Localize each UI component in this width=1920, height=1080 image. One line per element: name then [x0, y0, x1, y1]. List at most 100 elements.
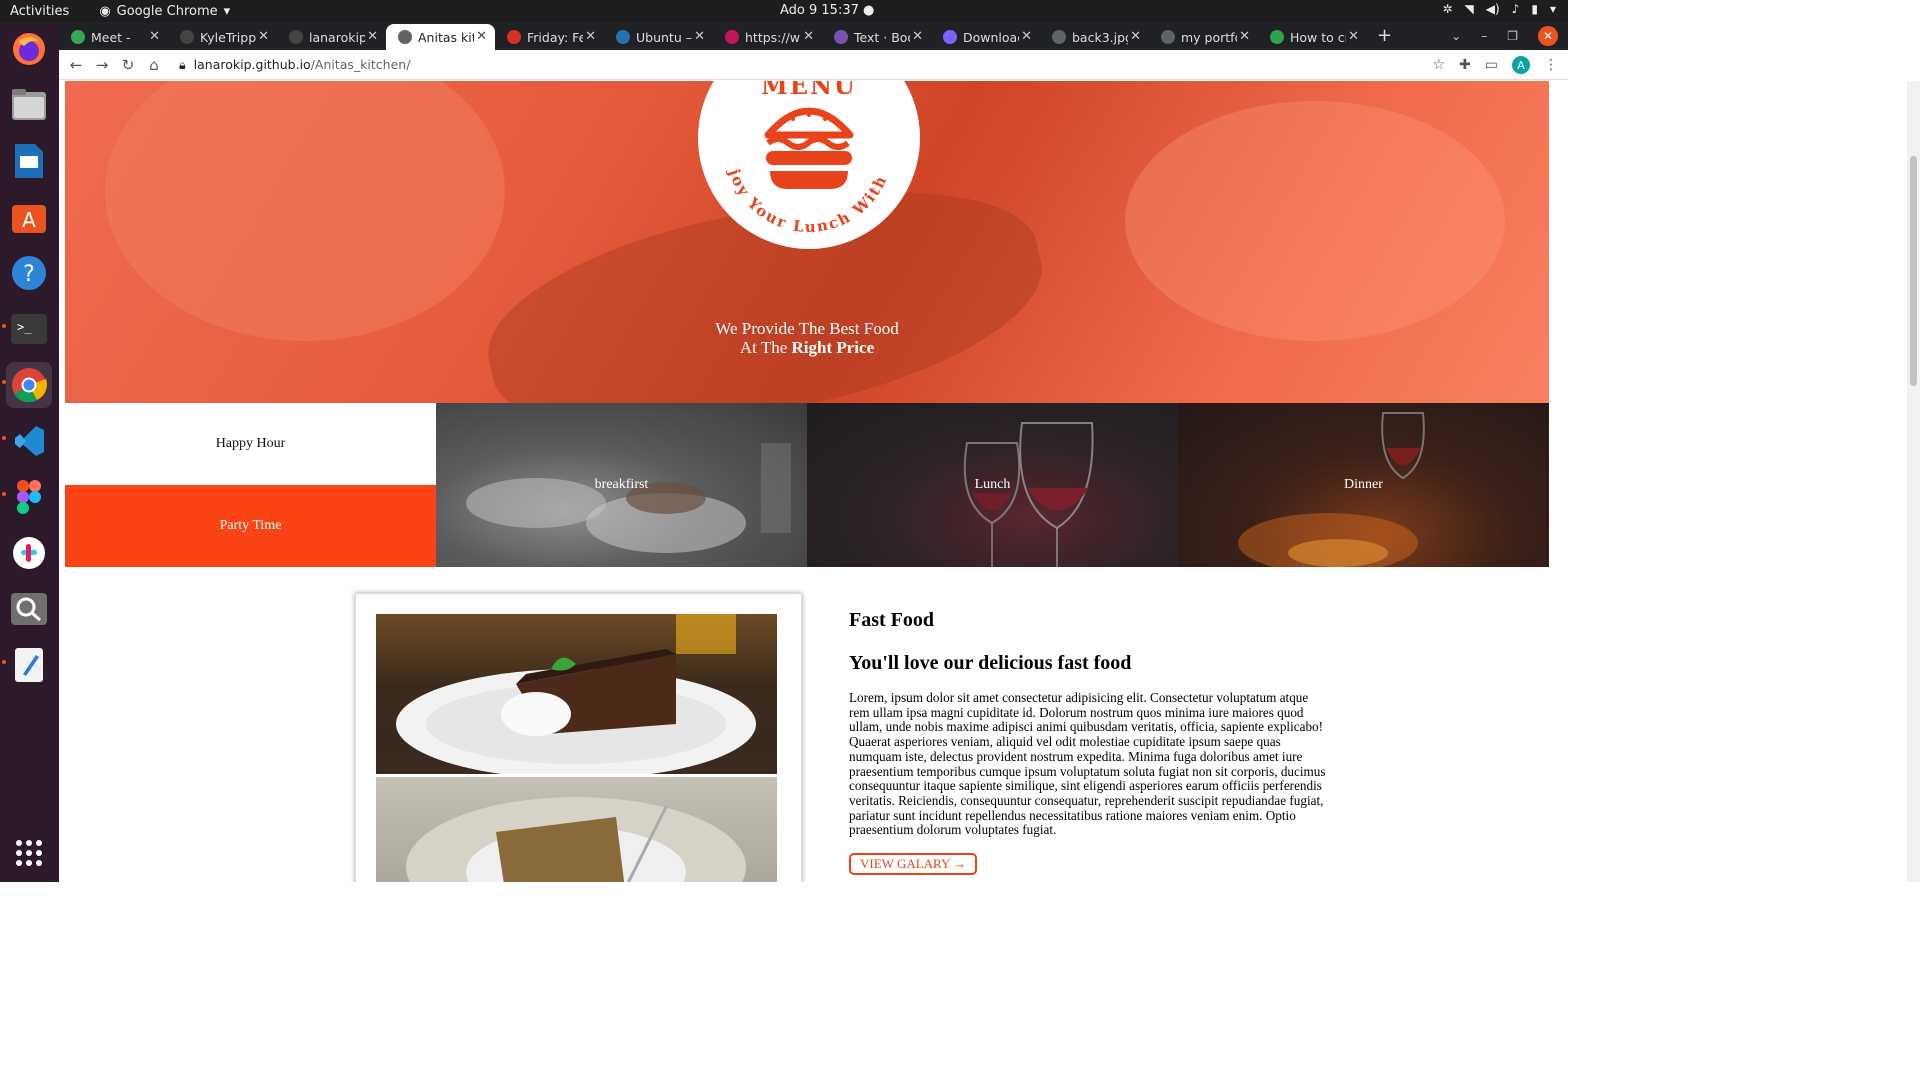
- bookmark-star-icon[interactable]: ☆: [1432, 57, 1445, 73]
- home-icon[interactable]: ⌂: [141, 56, 167, 74]
- terminal-icon[interactable]: >_: [6, 306, 52, 352]
- tab-favicon-icon: [507, 30, 521, 44]
- browser-tab[interactable]: Ubuntu – I✕: [604, 24, 713, 50]
- tab-search-icon[interactable]: ⌄: [1451, 29, 1461, 43]
- tab-title: https://w: [745, 29, 801, 45]
- firefox-icon[interactable]: [6, 26, 52, 72]
- extensions-puzzle-icon[interactable]: ✚: [1459, 57, 1471, 73]
- view-gallery-button[interactable]: VIEW GALARY →: [849, 853, 978, 876]
- wifi-icon[interactable]: ◥: [1465, 2, 1474, 16]
- browser-tab[interactable]: Text · Boo ✕: [822, 24, 931, 50]
- category-lunch[interactable]: Lunch: [807, 403, 1178, 567]
- files-icon[interactable]: [6, 82, 52, 128]
- category-dinner[interactable]: Dinner: [1178, 403, 1549, 567]
- search-tool-icon[interactable]: [6, 586, 52, 632]
- web-page: MENU Enjoy Your Lunch With Us We Provide…: [59, 81, 1555, 882]
- activities-button[interactable]: Activities: [10, 4, 69, 19]
- restore-icon[interactable]: ❐: [1507, 29, 1518, 43]
- ubuntu-software-icon[interactable]: A: [6, 194, 52, 240]
- browser-tab[interactable]: Downloac ✕: [931, 24, 1040, 50]
- forward-arrow-icon[interactable]: →: [89, 56, 115, 74]
- tab-close-icon[interactable]: ✕: [1130, 29, 1141, 44]
- browser-tab[interactable]: Friday: Fe ✕: [495, 24, 604, 50]
- figma-icon[interactable]: [6, 474, 52, 520]
- tab-title: Friday: Fe: [527, 29, 583, 45]
- tab-close-icon[interactable]: ✕: [585, 29, 596, 44]
- help-icon[interactable]: ?: [6, 250, 52, 296]
- profile-avatar[interactable]: A: [1512, 56, 1530, 74]
- slack-tray-icon[interactable]: ✲: [1442, 2, 1452, 16]
- system-top-bar: Activities ◉ Google Chrome ▾ Ado 9 15:37…: [0, 0, 1568, 22]
- browser-tab[interactable]: back3.jpg ✕: [1040, 24, 1149, 50]
- minimize-icon[interactable]: –: [1481, 29, 1487, 43]
- reload-icon[interactable]: ↻: [115, 56, 141, 74]
- hero-banner: MENU Enjoy Your Lunch With Us We Provide…: [65, 81, 1549, 403]
- toolbar-actions: ☆ ✚ ▭ A ⋮: [1432, 56, 1558, 74]
- browser-tab[interactable]: my portfo ✕: [1149, 24, 1258, 50]
- tab-close-icon[interactable]: ✕: [258, 29, 269, 44]
- battery-icon[interactable]: ▮: [1531, 2, 1538, 16]
- tab-title: Anitas kitc: [418, 29, 474, 45]
- browser-tab[interactable]: lanarokip. ✕: [277, 24, 386, 50]
- tab-favicon-icon: [180, 30, 194, 44]
- category-label: Dinner: [1344, 477, 1383, 492]
- hero-tagline: We Provide The Best Food At The Right Pr…: [65, 319, 1549, 357]
- volume-icon[interactable]: ◀): [1486, 2, 1500, 16]
- tab-favicon-icon: [1052, 30, 1066, 44]
- browser-toolbar: ← → ↻ ⌂ 🔒︎ lanarokip.github.io/Anitas_ki…: [59, 50, 1568, 80]
- tab-close-icon[interactable]: ✕: [694, 29, 705, 44]
- tab-close-icon[interactable]: ✕: [1348, 29, 1359, 44]
- system-tray[interactable]: ✲ ◥ ◀) ♪ ▮ ▾: [1442, 2, 1556, 16]
- vscode-icon[interactable]: [6, 418, 52, 464]
- tab-favicon-icon: [616, 30, 630, 44]
- tab-close-icon[interactable]: ✕: [476, 29, 487, 44]
- hero-line-1: We Provide The Best Food: [715, 319, 899, 338]
- browser-tab[interactable]: Meet - ✕: [59, 24, 168, 50]
- food-image-card: [355, 593, 802, 882]
- hero-line-2: At The Right Price: [65, 338, 1549, 357]
- libreoffice-impress-icon[interactable]: [6, 138, 52, 184]
- clock[interactable]: Ado 9 15:37 ●: [780, 3, 874, 18]
- tab-close-icon[interactable]: ✕: [149, 29, 160, 44]
- browser-tab-active[interactable]: Anitas kitc✕: [386, 24, 495, 50]
- close-window-icon[interactable]: ✕: [1538, 26, 1558, 46]
- new-tab-plus-icon[interactable]: +: [1377, 25, 1392, 46]
- svg-text:A: A: [22, 208, 36, 232]
- tab-close-icon[interactable]: ✕: [912, 29, 923, 44]
- show-applications-icon[interactable]: [16, 840, 42, 866]
- page-scrollbar[interactable]: [1907, 81, 1920, 882]
- browser-tab[interactable]: How to cr ✕: [1258, 24, 1367, 50]
- tab-title: Meet -: [91, 29, 131, 45]
- app-menu[interactable]: ◉ Google Chrome ▾: [99, 4, 230, 19]
- scrollbar-thumb[interactable]: [1910, 156, 1917, 386]
- system-menu-caret-icon[interactable]: ▾: [1550, 2, 1556, 16]
- text-editor-icon[interactable]: [6, 642, 52, 688]
- lock-icon[interactable]: 🔒︎: [179, 57, 186, 73]
- tab-close-icon[interactable]: ✕: [1239, 29, 1250, 44]
- tab-title: my portfo: [1181, 29, 1237, 45]
- microphone-icon[interactable]: ♪: [1512, 2, 1520, 16]
- tab-favicon-icon: [1161, 30, 1175, 44]
- slack-icon[interactable]: [6, 530, 52, 576]
- tab-favicon-icon: [834, 30, 848, 44]
- tab-close-icon[interactable]: ✕: [367, 29, 378, 44]
- section-body: Lorem, ipsum dolor sit amet consectetur …: [849, 690, 1326, 838]
- address-bar[interactable]: 🔒︎ lanarokip.github.io/Anitas_kitchen/: [179, 57, 410, 73]
- cake-slice-photo: [376, 777, 777, 882]
- chrome-icon[interactable]: [6, 362, 52, 408]
- category-breakfast[interactable]: breakfirst: [436, 403, 807, 567]
- tab-close-icon[interactable]: ✕: [1021, 29, 1032, 44]
- tab-title: back3.jpg: [1072, 29, 1128, 45]
- cast-icon[interactable]: ▭: [1485, 57, 1498, 73]
- kebab-menu-icon[interactable]: ⋮: [1544, 57, 1558, 73]
- notification-dot-icon: ●: [863, 3, 875, 18]
- clock-text: Ado 9 15:37: [780, 3, 859, 18]
- category-party-time[interactable]: Party Time: [65, 485, 436, 567]
- browser-tab[interactable]: KyleTrippl ✕: [168, 24, 277, 50]
- tab-title: How to cr: [1290, 29, 1346, 45]
- browser-tab[interactable]: https://w ✕: [713, 24, 822, 50]
- tab-close-icon[interactable]: ✕: [803, 29, 814, 44]
- svg-text:>_: >_: [17, 320, 32, 334]
- category-happy-hour[interactable]: Happy Hour: [65, 403, 436, 485]
- back-arrow-icon[interactable]: ←: [63, 56, 89, 74]
